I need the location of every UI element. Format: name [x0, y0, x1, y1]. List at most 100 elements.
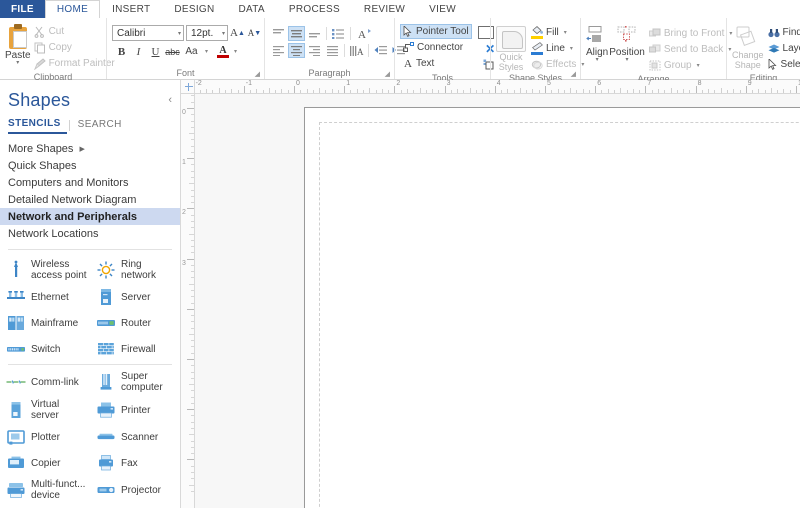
shape-item-wireless-access-point[interactable]: Wireless access point: [0, 256, 90, 284]
stencil-item-computers-and-monitors[interactable]: Computers and Monitors: [0, 174, 180, 191]
tab-file[interactable]: FILE: [0, 0, 45, 18]
bold-button[interactable]: B: [114, 44, 129, 59]
font-dialog-launcher-icon[interactable]: ◢: [255, 70, 260, 78]
tab-view[interactable]: VIEW: [417, 0, 468, 18]
tab-search[interactable]: SEARCH: [78, 117, 130, 133]
shape-item-projector[interactable]: Projector: [90, 476, 180, 504]
underline-button[interactable]: U: [148, 44, 163, 59]
shape-item-firewall[interactable]: Firewall: [90, 336, 180, 362]
drawing-page[interactable]: [304, 107, 800, 508]
text-tool-button[interactable]: A Text: [400, 56, 472, 71]
shape-item-copier[interactable]: Copier: [0, 450, 90, 476]
pointer-tool-button[interactable]: Pointer Tool: [400, 24, 472, 39]
connector-button[interactable]: Connector: [400, 40, 472, 55]
justify-button[interactable]: [324, 43, 341, 58]
copy-button[interactable]: Copy: [31, 40, 118, 55]
shape-item-mainframe[interactable]: Mainframe: [0, 310, 90, 336]
drawing-canvas[interactable]: [195, 94, 800, 508]
format-painter-button[interactable]: Format Painter: [31, 56, 118, 71]
tab-process[interactable]: PROCESS: [277, 0, 352, 18]
text-direction-button[interactable]: A: [354, 26, 374, 41]
align-top-button[interactable]: [270, 26, 287, 41]
ruler-tick: [250, 90, 252, 93]
ruler-origin-handle[interactable]: [181, 80, 195, 94]
chevron-down-icon[interactable]: ▾: [16, 60, 19, 66]
strikethrough-button[interactable]: abc: [165, 44, 180, 59]
line-button[interactable]: Line ▾: [528, 41, 587, 56]
chevron-right-icon[interactable]: ▶: [79, 145, 84, 153]
paste-button[interactable]: Paste ▾: [5, 22, 31, 66]
shape-item-printer[interactable]: Printer: [90, 396, 180, 424]
chevron-down-icon[interactable]: ▾: [205, 48, 208, 55]
fill-label: Fill: [546, 27, 559, 38]
effects-button[interactable]: Effects ▾: [528, 57, 587, 72]
ruler-tick-label: 5: [547, 80, 551, 87]
tab-data[interactable]: DATA: [227, 0, 277, 18]
shape-item-scanner[interactable]: Scanner: [90, 424, 180, 450]
group-button[interactable]: Group ▾: [646, 58, 736, 73]
align-bottom-button[interactable]: [306, 26, 323, 41]
ruler-tick: [607, 89, 609, 93]
tab-insert[interactable]: INSERT: [100, 0, 162, 18]
line-spacing-button[interactable]: A: [348, 43, 365, 58]
shrink-font-button[interactable]: A ▼: [247, 26, 262, 41]
chevron-down-icon[interactable]: ▾: [570, 45, 573, 52]
stencil-item-network-and-peripherals[interactable]: Network and Peripherals: [0, 208, 180, 225]
change-shape-icon: [735, 26, 761, 50]
shape-item-ethernet[interactable]: Ethernet: [0, 284, 90, 310]
font-size-select[interactable]: 12pt. ▾: [186, 25, 228, 41]
change-shape-button[interactable]: Change Shape: [732, 24, 764, 70]
find-button[interactable]: Find ▾: [765, 25, 800, 40]
tab-home[interactable]: HOME: [44, 0, 101, 18]
chevron-down-icon[interactable]: ▾: [596, 57, 599, 63]
position-button[interactable]: Position ▾: [609, 23, 645, 63]
shape-styles-dialog-launcher-icon[interactable]: ◢: [571, 70, 576, 78]
change-case-button[interactable]: Aa: [182, 44, 201, 59]
grow-font-button[interactable]: A ▲: [230, 26, 245, 41]
shape-item-router[interactable]: Router: [90, 310, 180, 336]
shape-item-plotter[interactable]: Plotter: [0, 424, 90, 450]
chevron-down-icon[interactable]: ▾: [234, 48, 237, 55]
decrease-indent-button[interactable]: [372, 43, 389, 58]
paragraph-dialog-launcher-icon[interactable]: ◢: [385, 70, 390, 78]
horizontal-ruler[interactable]: -2-1012345678910: [181, 80, 800, 94]
cut-button[interactable]: Cut: [31, 24, 118, 39]
shape-item-virtual-server[interactable]: Virtual server: [0, 396, 90, 424]
shape-item-fax[interactable]: Fax: [90, 450, 180, 476]
select-button[interactable]: Select: [765, 57, 800, 72]
chevron-down-icon[interactable]: ▾: [564, 29, 567, 36]
shape-item-switch[interactable]: Switch: [0, 336, 90, 362]
font-color-button[interactable]: A: [216, 45, 230, 58]
chevron-down-icon[interactable]: ▾: [626, 57, 629, 63]
tab-design[interactable]: DESIGN: [162, 0, 226, 18]
align-middle-button[interactable]: [288, 26, 305, 41]
tab-review[interactable]: REVIEW: [352, 0, 417, 18]
stencil-item-more-shapes[interactable]: More Shapes ▶: [0, 140, 180, 157]
stencil-item-network-locations[interactable]: Network Locations: [0, 225, 180, 242]
tab-stencils[interactable]: STENCILS: [8, 116, 67, 134]
align-center-button[interactable]: [288, 43, 305, 58]
quick-styles-button[interactable]: Quick Styles: [496, 24, 526, 72]
bullets-button[interactable]: [330, 26, 347, 41]
stencil-item-quick-shapes[interactable]: Quick Shapes: [0, 157, 180, 174]
align-left-button[interactable]: [270, 43, 287, 58]
send-to-back-button[interactable]: Send to Back ▾: [646, 42, 736, 57]
shape-item-comm-link[interactable]: Comm-link: [0, 368, 90, 396]
font-family-select[interactable]: Calibri ▾: [112, 25, 184, 41]
fill-button[interactable]: Fill ▾: [528, 25, 587, 40]
shape-item-ring-network[interactable]: Ring network: [90, 256, 180, 284]
italic-button[interactable]: I: [131, 44, 146, 59]
collapse-panel-icon[interactable]: ‹: [168, 94, 172, 106]
shape-item-projector-screen[interactable]: Projector: [0, 504, 90, 508]
projector-icon: [96, 480, 116, 500]
shape-item-server[interactable]: Server: [90, 284, 180, 310]
vertical-ruler[interactable]: 0 1 2 3: [181, 94, 195, 508]
align-button[interactable]: Align ▾: [586, 23, 608, 63]
shape-item-multifunction-device[interactable]: Multi-funct... device: [0, 476, 90, 504]
bring-to-front-button[interactable]: Bring to Front ▾: [646, 26, 736, 41]
stencil-item-detailed-network-diagram[interactable]: Detailed Network Diagram: [0, 191, 180, 208]
align-right-button[interactable]: [306, 43, 323, 58]
layers-button[interactable]: Layers: [765, 41, 800, 56]
shape-item-super-computer[interactable]: Super computer: [90, 368, 180, 396]
chevron-down-icon: ▾: [696, 63, 700, 69]
